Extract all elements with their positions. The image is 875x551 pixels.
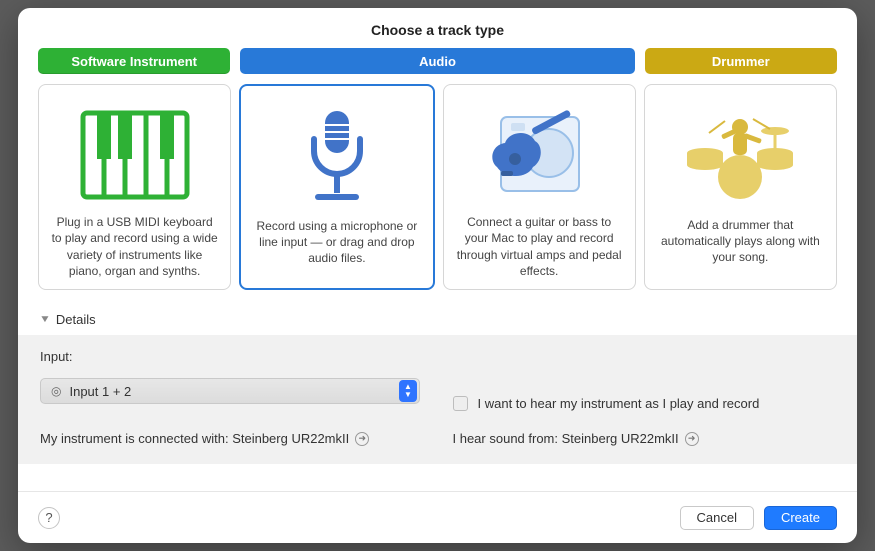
guitar-amp-icon [479, 101, 599, 208]
create-button[interactable]: Create [764, 506, 837, 530]
output-status: I hear sound from: Steinberg UR22mkII [453, 431, 679, 446]
details-disclosure[interactable]: ▼ Details [18, 290, 857, 335]
card-software-desc: Plug in a USB MIDI keyboard to play and … [51, 214, 218, 279]
cancel-button[interactable]: Cancel [680, 506, 754, 530]
details-label: Details [56, 312, 96, 327]
connected-jump-icon[interactable]: ➜ [355, 432, 369, 446]
card-audio-mic[interactable]: Record using a microphone or line input … [239, 84, 434, 290]
card-software-instrument[interactable]: Plug in a USB MIDI keyboard to play and … [38, 84, 231, 290]
dialog-title: Choose a track type [18, 22, 857, 38]
tab-drummer[interactable]: Drummer [645, 48, 837, 74]
input-select[interactable]: ◎ Input 1 + 2 ▲▼ [40, 378, 420, 404]
output-jump-icon[interactable]: ➜ [685, 432, 699, 446]
chevron-down-icon: ▼ [39, 314, 51, 325]
card-drummer-desc: Add a drummer that automatically plays a… [657, 217, 824, 266]
card-guitar-desc: Connect a guitar or bass to your Mac to … [456, 214, 623, 279]
connected-status: My instrument is connected with: Steinbe… [40, 431, 349, 446]
input-value: Input 1 + 2 [69, 384, 399, 399]
card-audio-guitar[interactable]: Connect a guitar or bass to your Mac to … [443, 84, 636, 290]
stereo-icon: ◎ [51, 384, 61, 398]
track-type-tabs: Software Instrument Audio Drummer [18, 38, 857, 84]
select-stepper-icon: ▲▼ [399, 380, 417, 402]
piano-keys-icon [80, 101, 190, 208]
input-label: Input: [40, 349, 423, 364]
card-mic-desc: Record using a microphone or line input … [253, 218, 420, 267]
tab-audio[interactable]: Audio [240, 48, 634, 74]
tab-software-instrument[interactable]: Software Instrument [38, 48, 230, 74]
card-drummer[interactable]: Add a drummer that automatically plays a… [644, 84, 837, 290]
help-button[interactable]: ? [38, 507, 60, 529]
monitor-checkbox[interactable] [453, 396, 468, 411]
monitor-checkbox-label: I want to hear my instrument as I play a… [478, 396, 760, 411]
microphone-icon [292, 102, 382, 212]
drummer-icon [675, 101, 805, 211]
